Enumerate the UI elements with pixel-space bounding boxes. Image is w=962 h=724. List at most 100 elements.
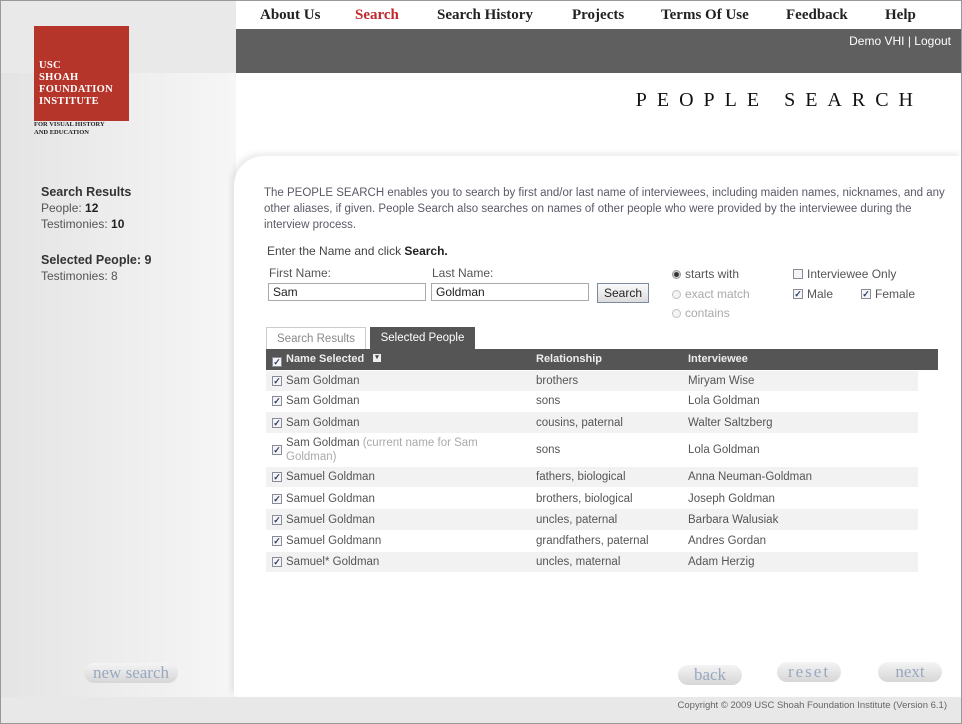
row-relationship: cousins, paternal — [536, 417, 623, 429]
row-interviewee[interactable]: Miryam Wise — [688, 375, 754, 387]
column-relationship[interactable]: Relationship — [536, 353, 602, 365]
user-links-separator: | — [907, 34, 911, 48]
row-name: Samuel Goldman — [286, 471, 375, 483]
row-checkbox[interactable] — [272, 515, 282, 525]
selected-testimonies-count: Testimonies: 8 — [41, 269, 118, 283]
row-checkbox[interactable] — [272, 472, 282, 482]
row-interviewee[interactable]: Anna Neuman-Goldman — [688, 471, 812, 483]
next-button[interactable]: next — [878, 662, 942, 682]
row-checkbox[interactable] — [272, 376, 282, 386]
table-row[interactable]: Samuel Goldman uncles, paternal Barbara Wa… — [266, 509, 918, 530]
table-row[interactable]: Sam Goldman cousins, paternal Walter Saltz… — [266, 412, 918, 433]
nav-about-us[interactable]: About Us — [260, 7, 320, 24]
nav-terms-of-use[interactable]: Terms Of Use — [661, 7, 749, 24]
row-relationship: sons — [536, 395, 561, 407]
user-links: Demo VHI | Logout — [849, 34, 951, 48]
nav-help[interactable]: Help — [885, 7, 916, 24]
checkbox-checked-icon — [861, 289, 871, 299]
account-link[interactable]: Demo VHI — [849, 34, 904, 48]
checkbox-unchecked-icon — [793, 269, 803, 279]
nav-search[interactable]: Search — [355, 7, 399, 24]
copyright-text: Copyright © 2009 USC Shoah Foundation In… — [677, 700, 947, 711]
last-name-label: Last Name: — [432, 266, 494, 280]
row-interviewee[interactable]: Barbara Walusiak — [688, 514, 778, 526]
row-name: Sam Goldman (current name for Sam Goldma… — [286, 436, 501, 464]
search-button[interactable]: Search — [597, 283, 649, 303]
tab-search-results[interactable]: Search Results — [266, 327, 366, 349]
testimonies-count: Testimonies: 10 — [41, 217, 125, 231]
row-interviewee[interactable]: Adam Herzig — [688, 556, 754, 568]
row-checkbox[interactable] — [272, 494, 282, 504]
radio-exact-match[interactable]: exact match — [672, 287, 750, 301]
row-name-text: Sam Goldman — [286, 437, 360, 449]
logo-line: INSTITUTE — [39, 96, 99, 107]
table-row[interactable]: Samuel Goldman fathers, biological Anna Ne… — [266, 467, 918, 487]
row-relationship: grandfathers, paternal — [536, 535, 649, 547]
usc-logo[interactable]: USC SHOAH FOUNDATION INSTITUTE — [34, 26, 129, 121]
tab-selected-people[interactable]: Selected People — [370, 327, 475, 349]
intro-text: The PEOPLE SEARCH enables you to search … — [264, 187, 945, 231]
first-name-input[interactable]: Sam — [268, 283, 426, 301]
search-results-heading: Search Results — [41, 185, 132, 199]
table-row[interactable]: Samuel Goldmann grandfathers, paternal And… — [266, 531, 918, 551]
row-interviewee[interactable]: Andres Gordan — [688, 535, 766, 547]
row-checkbox[interactable] — [272, 536, 282, 546]
row-interviewee[interactable]: Walter Saltzberg — [688, 417, 773, 429]
radio-starts-with[interactable]: starts with — [672, 267, 739, 281]
nav-search-history[interactable]: Search History — [437, 7, 533, 24]
row-checkbox[interactable] — [272, 557, 282, 567]
reset-button[interactable]: reset — [777, 662, 841, 682]
table-row[interactable]: Samuel* Goldman uncles, maternal Adam Herz… — [266, 552, 918, 572]
row-name: Sam Goldman — [286, 375, 360, 387]
selected-people-heading: Selected People: 9 — [41, 253, 152, 267]
page-title: PEOPLE SEARCH — [635, 89, 923, 111]
row-interviewee[interactable]: Lola Goldman — [688, 395, 760, 407]
last-name-input[interactable]: Goldman — [431, 283, 589, 301]
row-relationship: fathers, biological — [536, 471, 626, 483]
row-relationship: uncles, paternal — [536, 514, 618, 526]
logo-subtitle: FOR VISUAL HISTORY AND EDUCATION — [34, 121, 105, 136]
logout-link[interactable]: Logout — [914, 34, 951, 48]
column-interviewee[interactable]: Interviewee — [688, 353, 748, 365]
row-name: Sam Goldman — [286, 395, 360, 407]
nav-feedback[interactable]: Feedback — [786, 7, 848, 24]
row-name: Samuel Goldman — [286, 493, 375, 505]
logo-line: USC — [39, 60, 61, 71]
first-name-label: First Name: — [269, 266, 332, 280]
nav-projects[interactable]: Projects — [572, 7, 624, 24]
logo-line: FOUNDATION — [39, 84, 113, 95]
table-row[interactable]: Sam Goldman brothers Miryam Wise — [266, 371, 918, 391]
back-button[interactable]: back — [678, 665, 742, 685]
row-relationship: uncles, maternal — [536, 556, 621, 568]
sidebar-selected-people: Selected People: 9 Testimonies: 8 — [41, 252, 151, 284]
row-interviewee[interactable]: Joseph Goldman — [688, 493, 775, 505]
checkbox-checked-icon — [793, 289, 803, 299]
row-relationship: sons — [536, 444, 561, 456]
female-checkbox[interactable]: Female — [861, 287, 915, 301]
sort-icon[interactable]: ▾ — [373, 354, 381, 362]
interviewee-only-checkbox[interactable]: Interviewee Only — [793, 267, 896, 281]
radio-unchecked-icon — [672, 309, 681, 318]
row-name: Samuel Goldmann — [286, 535, 382, 547]
radio-contains[interactable]: contains — [672, 306, 730, 320]
table-row[interactable]: Sam Goldman sons Lola Goldman — [266, 391, 918, 411]
table-row[interactable]: Sam Goldman (current name for Sam Goldma… — [266, 434, 918, 466]
radio-unchecked-icon — [672, 290, 681, 299]
row-checkbox[interactable] — [272, 418, 282, 428]
app-window: About Us Search Search History Projects … — [0, 0, 962, 724]
row-interviewee[interactable]: Lola Goldman — [688, 444, 760, 456]
row-checkbox[interactable] — [272, 445, 282, 455]
male-checkbox[interactable]: Male — [793, 287, 833, 301]
row-checkbox[interactable] — [272, 396, 282, 406]
table-row[interactable]: Samuel Goldman brothers, biological Joseph… — [266, 488, 918, 509]
logo-line: SHOAH — [39, 72, 79, 83]
search-prompt: Enter the Name and click Search. — [267, 244, 448, 258]
row-name: Samuel* Goldman — [286, 556, 380, 568]
column-name-selected[interactable]: Name Selected — [286, 353, 364, 365]
checkbox-checked-icon — [272, 357, 282, 367]
top-nav: About Us Search Search History Projects … — [236, 1, 961, 29]
row-relationship: brothers, biological — [536, 493, 633, 505]
new-search-button[interactable]: new search — [84, 663, 178, 683]
row-name: Samuel Goldman — [286, 514, 375, 526]
row-relationship: brothers — [536, 375, 579, 387]
